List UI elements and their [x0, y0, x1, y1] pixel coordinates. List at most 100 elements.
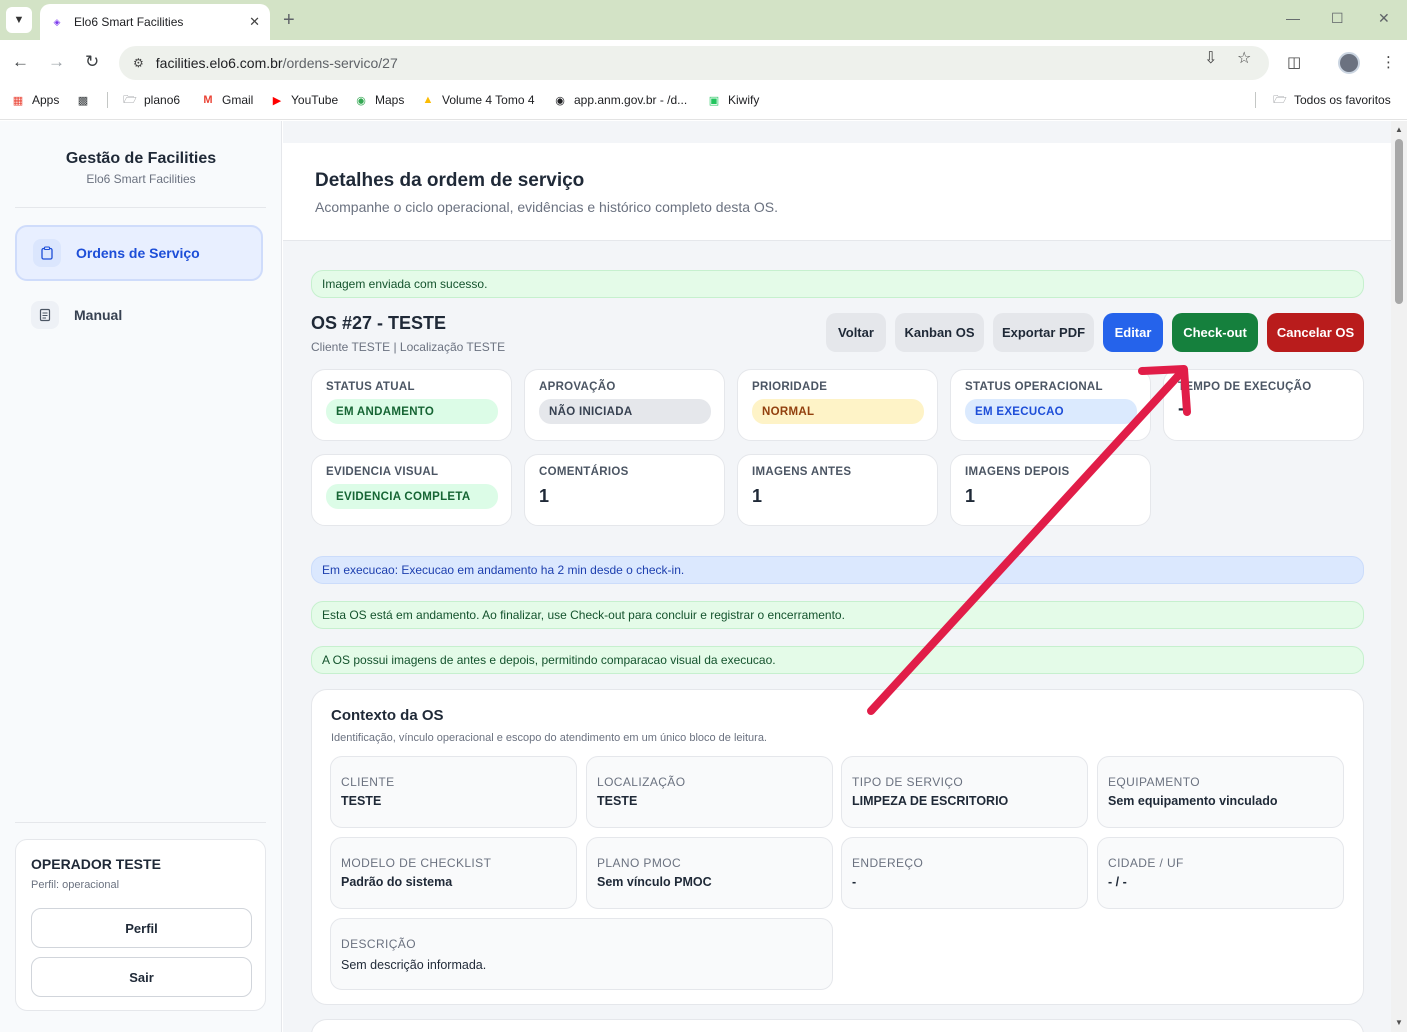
- bookmark-volume[interactable]: ▲ Volume 4 Tomo 4: [421, 93, 535, 107]
- kanban-button[interactable]: Kanban OS: [895, 313, 984, 352]
- bookmark-label: Kiwify: [728, 93, 760, 107]
- tab-search-button[interactable]: ▼: [6, 7, 32, 33]
- clipboard-icon: [33, 239, 61, 267]
- chevron-down-icon: ▼: [13, 14, 25, 26]
- priority-card: PRIORIDADE NORMAL: [737, 369, 938, 441]
- scrollbar-thumb[interactable]: [1395, 139, 1403, 304]
- bookmark-label: plano6: [144, 93, 181, 107]
- card-label: PRIORIDADE: [752, 381, 828, 393]
- bookmark-divider: [1255, 92, 1256, 108]
- browser-tab-bar: ▼ ◈ Elo6 Smart Facilities ✕ + — ☐ ✕: [0, 0, 1407, 40]
- field-label: CLIENTE: [341, 775, 395, 789]
- sidebar: Gestão de Facilities Elo6 Smart Faciliti…: [0, 121, 282, 1032]
- field-cidade-uf: CIDADE / UF - / -: [1097, 837, 1344, 909]
- edit-button[interactable]: Editar: [1103, 313, 1163, 352]
- page-scrollbar[interactable]: ▲ ▼: [1391, 121, 1407, 1032]
- context-section: Contexto da OS Identificação, vínculo op…: [311, 689, 1364, 1005]
- bookmark-maps[interactable]: ◉ Maps: [354, 93, 404, 107]
- field-value: - / -: [1108, 875, 1127, 889]
- site-settings-icon[interactable]: ⚙: [133, 56, 144, 70]
- comments-count: 1: [539, 486, 550, 506]
- operator-role: Perfil: operacional: [31, 879, 120, 891]
- card-label: APROVAÇÃO: [539, 381, 616, 393]
- folder-icon: 🗁: [123, 93, 137, 106]
- maximize-icon[interactable]: ☐: [1331, 10, 1344, 27]
- evidence-badge: EVIDENCIA COMPLETA: [326, 484, 498, 509]
- field-plano-pmoc: PLANO PMOC Sem vínculo PMOC: [586, 837, 833, 909]
- window-close-icon[interactable]: ✕: [1378, 10, 1390, 27]
- field-label: CIDADE / UF: [1108, 856, 1184, 870]
- more-menu-icon[interactable]: ⋮: [1381, 53, 1396, 71]
- field-endereco: ENDEREÇO -: [841, 837, 1088, 909]
- card-label: IMAGENS ANTES: [752, 466, 852, 478]
- field-tipo-servico: TIPO DE SERVIÇO LIMPEZA DE ESCRITORIO: [841, 756, 1088, 828]
- profile-avatar[interactable]: [1338, 52, 1360, 74]
- address-bar[interactable]: ⚙ facilities.elo6.com.br/ordens-servico/…: [119, 46, 1269, 80]
- sidebar-item-manual[interactable]: Manual: [15, 287, 263, 343]
- site-favicon-icon: ◈: [53, 16, 61, 27]
- export-pdf-button[interactable]: Exportar PDF: [993, 313, 1094, 352]
- field-label: MODELO DE CHECKLIST: [341, 856, 492, 870]
- approval-card: APROVAÇÃO NÃO INICIADA: [524, 369, 725, 441]
- card-label: COMENTÁRIOS: [539, 466, 629, 478]
- bookmark-label: Volume 4 Tomo 4: [442, 93, 535, 107]
- bookmark-grid[interactable]: ▩: [76, 93, 97, 107]
- card-label: EVIDENCIA VISUAL: [326, 466, 439, 478]
- checkout-button[interactable]: Check-out: [1172, 313, 1258, 352]
- card-label: IMAGENS DEPOIS: [965, 466, 1070, 478]
- field-label: PLANO PMOC: [597, 856, 682, 870]
- folder-icon: 🗁: [1273, 93, 1287, 106]
- images-before-card: IMAGENS ANTES 1: [737, 454, 938, 526]
- card-label: STATUS ATUAL: [326, 381, 415, 393]
- bookmark-star-icon[interactable]: ☆: [1237, 48, 1251, 68]
- new-tab-button[interactable]: +: [283, 9, 295, 31]
- field-value: Sem vínculo PMOC: [597, 875, 712, 889]
- execution-alert: Em execucao: Execucao em andamento ha 2 …: [311, 556, 1364, 584]
- comments-card: COMENTÁRIOS 1: [524, 454, 725, 526]
- url-text: facilities.elo6.com.br/ordens-servico/27: [156, 55, 398, 71]
- reload-icon[interactable]: ↻: [85, 52, 99, 72]
- logout-button[interactable]: Sair: [31, 957, 252, 997]
- operational-status-card: STATUS OPERACIONAL EM EXECUCAO: [950, 369, 1151, 441]
- status-card: STATUS ATUAL EM ANDAMENTO: [311, 369, 512, 441]
- bookmark-label: YouTube: [291, 93, 339, 107]
- minimize-icon[interactable]: —: [1286, 10, 1300, 26]
- forward-arrow-icon[interactable]: →: [48, 52, 65, 72]
- browser-tab[interactable]: ◈ Elo6 Smart Facilities ✕: [40, 4, 270, 40]
- close-icon[interactable]: ✕: [249, 14, 260, 30]
- in-progress-alert: Esta OS está em andamento. Ao finalizar,…: [311, 601, 1364, 629]
- profile-button[interactable]: Perfil: [31, 908, 252, 948]
- operator-card: OPERADOR TESTE Perfil: operacional Perfi…: [15, 839, 266, 1011]
- sidebar-item-ordens-servico[interactable]: Ordens de Serviço: [15, 225, 263, 281]
- extensions-icon[interactable]: ◫: [1287, 53, 1301, 71]
- next-section: [311, 1019, 1364, 1032]
- install-app-icon[interactable]: ⇩: [1204, 48, 1217, 68]
- back-button[interactable]: Voltar: [826, 313, 886, 352]
- bookmark-label: Gmail: [222, 93, 254, 107]
- card-label: TEMPO DE EXECUÇÃO: [1178, 381, 1312, 393]
- status-badge: EM ANDAMENTO: [326, 399, 498, 424]
- scroll-down-icon[interactable]: ▼: [1391, 1018, 1407, 1027]
- youtube-icon: ▶: [272, 94, 282, 107]
- field-value: Sem descrição informada.: [341, 958, 487, 972]
- drive-icon: ▲: [422, 94, 434, 106]
- divider: [15, 822, 266, 823]
- cancel-os-button[interactable]: Cancelar OS: [1267, 313, 1364, 352]
- scroll-up-icon[interactable]: ▲: [1391, 125, 1407, 134]
- bookmark-anm[interactable]: ◉ app.anm.gov.br - /d...: [553, 93, 687, 107]
- bookmark-plano6[interactable]: 🗁 plano6: [123, 93, 180, 107]
- all-bookmarks[interactable]: 🗁 Todos os favoritos: [1273, 93, 1391, 107]
- globe-icon: ◉: [555, 94, 565, 107]
- bookmark-apps[interactable]: ▦ Apps: [11, 93, 60, 107]
- url-host: facilities.elo6.com.br: [155, 55, 283, 71]
- execution-time-value: -: [1178, 398, 1184, 418]
- execution-time-card: TEMPO DE EXECUÇÃO -: [1163, 369, 1364, 441]
- apps-grid-icon: ▦: [12, 94, 24, 107]
- field-label: DESCRIÇÃO: [341, 937, 416, 951]
- back-arrow-icon[interactable]: ←: [12, 52, 29, 72]
- bookmark-kiwify[interactable]: ▣ Kiwify: [707, 93, 760, 107]
- kiwify-icon: ▣: [708, 94, 720, 107]
- priority-badge: NORMAL: [752, 399, 924, 424]
- bookmark-gmail[interactable]: M Gmail: [201, 93, 253, 107]
- bookmark-youtube[interactable]: ▶ YouTube: [270, 93, 338, 107]
